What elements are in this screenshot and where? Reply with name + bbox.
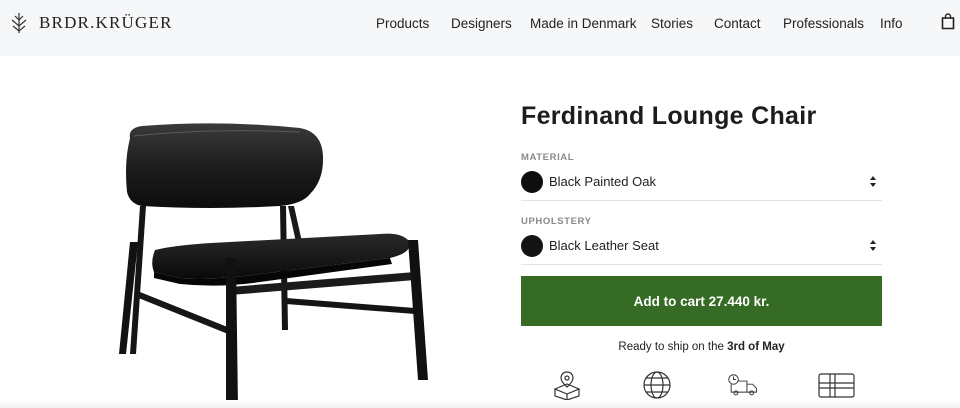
select-arrows-icon [870, 176, 876, 187]
add-to-cart-button[interactable]: Add to cart 27.440 kr. [521, 276, 882, 326]
globe-icon [643, 371, 671, 399]
flag-icon [818, 373, 855, 398]
material-swatch [521, 171, 543, 193]
shipping-info: Ready to ship on the 3rd of May [521, 341, 882, 353]
material-label: MATERIAL [521, 152, 575, 163]
delivery-truck-icon [728, 374, 757, 396]
main-nav: Products Designers Made in Denmark Stori… [0, 16, 960, 34]
site-header: BRDR.KRÜGER Products Designers Made in D… [0, 0, 960, 56]
shopping-bag-icon[interactable] [941, 13, 955, 30]
shipping-prefix: Ready to ship on the [618, 341, 724, 353]
nav-item-contact[interactable]: Contact [714, 16, 761, 31]
nav-item-made-in-denmark[interactable]: Made in Denmark [530, 16, 637, 31]
upholstery-label: UPHOLSTERY [521, 216, 592, 227]
select-arrows-icon [870, 240, 876, 251]
location-box-icon [553, 371, 581, 400]
upholstery-swatch [521, 235, 543, 257]
nav-item-designers[interactable]: Designers [451, 16, 512, 31]
product-image [119, 123, 428, 408]
product-title: Ferdinand Lounge Chair [521, 102, 817, 130]
upholstery-value: Black Leather Seat [549, 238, 659, 253]
nav-item-products[interactable]: Products [376, 16, 429, 31]
nav-item-professionals[interactable]: Professionals [783, 16, 864, 31]
nav-item-stories[interactable]: Stories [651, 16, 693, 31]
shipping-date: 3rd of May [727, 341, 785, 353]
material-value: Black Painted Oak [549, 174, 656, 189]
page-fold-divider [0, 400, 960, 408]
upholstery-select[interactable]: Black Leather Seat [521, 229, 882, 265]
material-select[interactable]: Black Painted Oak [521, 165, 882, 201]
nav-item-info[interactable]: Info [880, 16, 903, 31]
